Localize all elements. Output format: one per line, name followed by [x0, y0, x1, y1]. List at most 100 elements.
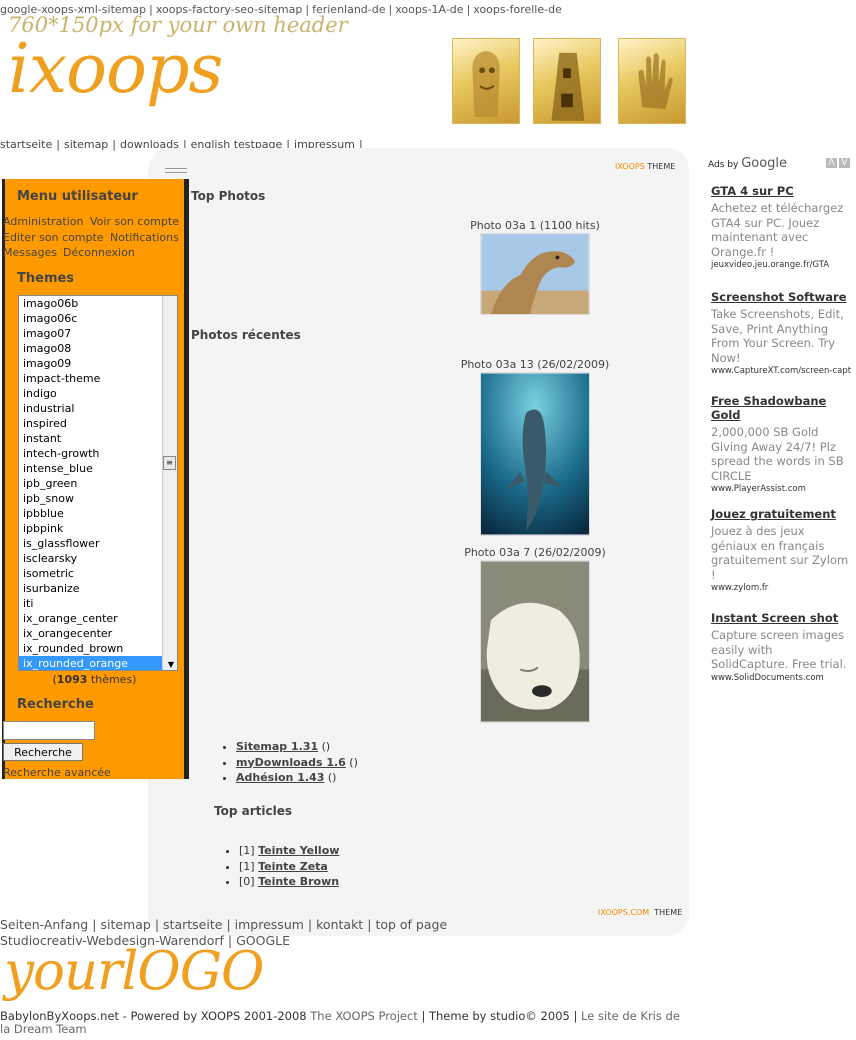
link-editer-compte[interactable]: Editer son compte — [3, 231, 104, 244]
footer-link-kontakt[interactable]: kontakt — [316, 917, 363, 932]
brand-xoops: IXOOPS — [615, 162, 645, 171]
top-link[interactable]: xoops-1A-de — [395, 3, 463, 16]
list-item: myDownloads 1.6 () — [236, 755, 358, 771]
ad-unit[interactable]: GTA 4 sur PC Achetez et téléchargez GTA4… — [711, 184, 851, 270]
footer-link-sitemap[interactable]: sitemap — [100, 917, 150, 932]
theme-option[interactable]: ipbpink — [19, 521, 177, 536]
footer-link-seiten-anfang[interactable]: Seiten-Anfang — [0, 917, 88, 932]
themes-title: Themes — [17, 271, 75, 286]
theme-option[interactable]: imago06c — [19, 311, 177, 326]
theme-select-list[interactable]: imago06b imago06c imago07 imago08 imago09 imp… — [18, 295, 178, 671]
footer-link-top-of-page[interactable]: top of page — [375, 917, 447, 932]
theme-option[interactable]: imago07 — [19, 326, 177, 341]
ad-title[interactable]: Instant Screen shot — [711, 611, 851, 625]
theme-option[interactable]: ix_rounded_orange — [19, 656, 177, 670]
ad-body: Take Screenshots, Edit, Save, Print Anyt… — [711, 307, 844, 365]
header-image-tower — [533, 38, 601, 124]
theme-option[interactable]: ipb_green — [19, 476, 177, 491]
user-menu-title: Menu utilisateur — [17, 189, 138, 204]
search-button[interactable]: Recherche — [3, 743, 83, 761]
article-link-brown[interactable]: Teinte Brown — [258, 875, 339, 888]
dolphin-photo[interactable] — [480, 372, 590, 536]
theme-option[interactable]: is_glassflower — [19, 536, 177, 551]
theme-option[interactable]: industrial — [19, 401, 177, 416]
footer-link-startseite[interactable]: startseite — [163, 917, 222, 932]
ad-title[interactable]: GTA 4 sur PC — [711, 184, 851, 198]
top-link[interactable]: xoops-forelle-de — [473, 3, 562, 16]
ad-title[interactable]: Screenshot Software — [711, 290, 851, 304]
polar-bear-photo[interactable] — [480, 560, 590, 723]
theme-option[interactable]: imago08 — [19, 341, 177, 356]
top-photo-caption[interactable]: Photo 03a 1 (1100 hits) — [440, 219, 630, 232]
advanced-search-link[interactable]: Recherche avancée — [3, 766, 111, 779]
header-image-hand — [618, 38, 686, 124]
recent-photo-caption-2[interactable]: Photo 03a 7 (26/02/2009) — [440, 546, 630, 559]
theme-option[interactable]: isurbanize — [19, 581, 177, 596]
search-title: Recherche — [17, 697, 94, 712]
ad-unit[interactable]: Screenshot Software Take Screenshots, Ed… — [711, 290, 851, 376]
list-item: [1] Teinte Zeta — [239, 859, 339, 875]
link-voir-compte[interactable]: Voir son compte — [90, 215, 179, 228]
link-notifications[interactable]: Notifications — [110, 231, 179, 244]
ad-url[interactable]: www.CaptureXT.com/screen-capt — [711, 366, 851, 376]
link-administration[interactable]: Administration — [3, 215, 84, 228]
ad-title[interactable]: Jouez gratuitement — [711, 507, 851, 521]
ad-unit[interactable]: Jouez gratuitement Jouez à des jeux géni… — [711, 507, 851, 593]
footer-link-impressum[interactable]: impressum — [235, 917, 304, 932]
module-link-adhesion[interactable]: Adhésion 1.43 — [236, 771, 324, 784]
theme-option[interactable]: ipbblue — [19, 506, 177, 521]
link-messages[interactable]: Messages — [3, 246, 57, 259]
ad-choices[interactable]: ΛV — [824, 158, 850, 168]
footer-link-xoops-project[interactable]: The XOOPS Project — [310, 1009, 418, 1023]
link-deconnexion[interactable]: Déconnexion — [63, 246, 135, 259]
theme-option[interactable]: intech-growth — [19, 446, 177, 461]
theme-option[interactable]: indigo — [19, 386, 177, 401]
scroll-thumb[interactable]: ≡ — [163, 456, 176, 470]
module-link-sitemap[interactable]: Sitemap 1.31 — [236, 740, 318, 753]
ad-url[interactable]: jeuxvideo.jeu.orange.fr/GTA — [711, 260, 851, 270]
article-link-yellow[interactable]: Teinte Yellow — [258, 844, 339, 857]
recent-photo-caption-1[interactable]: Photo 03a 13 (26/02/2009) — [440, 358, 630, 371]
theme-option[interactable]: intense_blue — [19, 461, 177, 476]
ads-by-google[interactable]: Ads by Google — [708, 156, 787, 171]
ad-unit[interactable]: Free Shadowbane Gold 2,000,000 SB Gold G… — [711, 394, 851, 494]
nav-sitemap[interactable]: sitemap — [64, 138, 108, 151]
theme-option[interactable]: ix_rounded_brown — [19, 641, 177, 656]
ad-title[interactable]: Free Shadowbane Gold — [711, 394, 851, 422]
theme-option[interactable]: isometric — [19, 566, 177, 581]
theme-brand-bottom: IXOOPS.COM THEME — [598, 908, 682, 917]
scroll-down-arrow-icon[interactable]: ▼ — [168, 660, 174, 669]
article-link-zeta[interactable]: Teinte Zeta — [258, 860, 328, 873]
nav-startseite[interactable]: startseite — [0, 138, 52, 151]
theme-option[interactable]: impact-theme — [19, 371, 177, 386]
articles-list: [1] Teinte Yellow [1] Teinte Zeta [0] Te… — [221, 843, 339, 890]
ad-url[interactable]: www.zylom.fr — [711, 583, 851, 593]
footer-copyright: BabylonByXoops.net - Powered by XOOPS 20… — [0, 1009, 680, 1036]
theme-option[interactable]: imago06b — [19, 296, 177, 311]
search-input[interactable] — [3, 721, 95, 740]
theme-brand-top: IXOOPS THEME — [615, 162, 675, 171]
ad-url[interactable]: www.PlayerAssist.com — [711, 484, 851, 494]
theme-count: (1093 thèmes) — [52, 673, 137, 686]
ad-unit[interactable]: Instant Screen shot Capture screen image… — [711, 611, 851, 683]
top-photos-title: Top Photos — [191, 189, 266, 203]
ad-next-icon[interactable]: V — [839, 158, 850, 168]
site-logo[interactable]: ixoops — [8, 30, 223, 109]
theme-options: imago06b imago06c imago07 imago08 imago09 imp… — [19, 296, 177, 670]
ad-url[interactable]: www.SolidDocuments.com — [711, 673, 851, 683]
camel-photo[interactable] — [480, 233, 590, 315]
theme-option[interactable]: inspired — [19, 416, 177, 431]
theme-option[interactable]: isclearsky — [19, 551, 177, 566]
theme-option[interactable]: ix_orange_center — [19, 611, 177, 626]
theme-list-scrollbar[interactable]: ≡ ▼ — [162, 296, 177, 670]
theme-option[interactable]: imago09 — [19, 356, 177, 371]
theme-option[interactable]: ipb_snow — [19, 491, 177, 506]
ad-prev-icon[interactable]: Λ — [826, 158, 837, 168]
ad-body: Capture screen images easily with SolidC… — [711, 628, 847, 671]
theme-option[interactable]: instant — [19, 431, 177, 446]
module-link-mydownloads[interactable]: myDownloads 1.6 — [236, 756, 346, 769]
footer-link-kris[interactable]: Le site de Kris — [581, 1009, 662, 1023]
theme-option[interactable]: iti — [19, 596, 177, 611]
theme-option[interactable]: ix_orangecenter — [19, 626, 177, 641]
list-item: [1] Teinte Yellow — [239, 843, 339, 859]
